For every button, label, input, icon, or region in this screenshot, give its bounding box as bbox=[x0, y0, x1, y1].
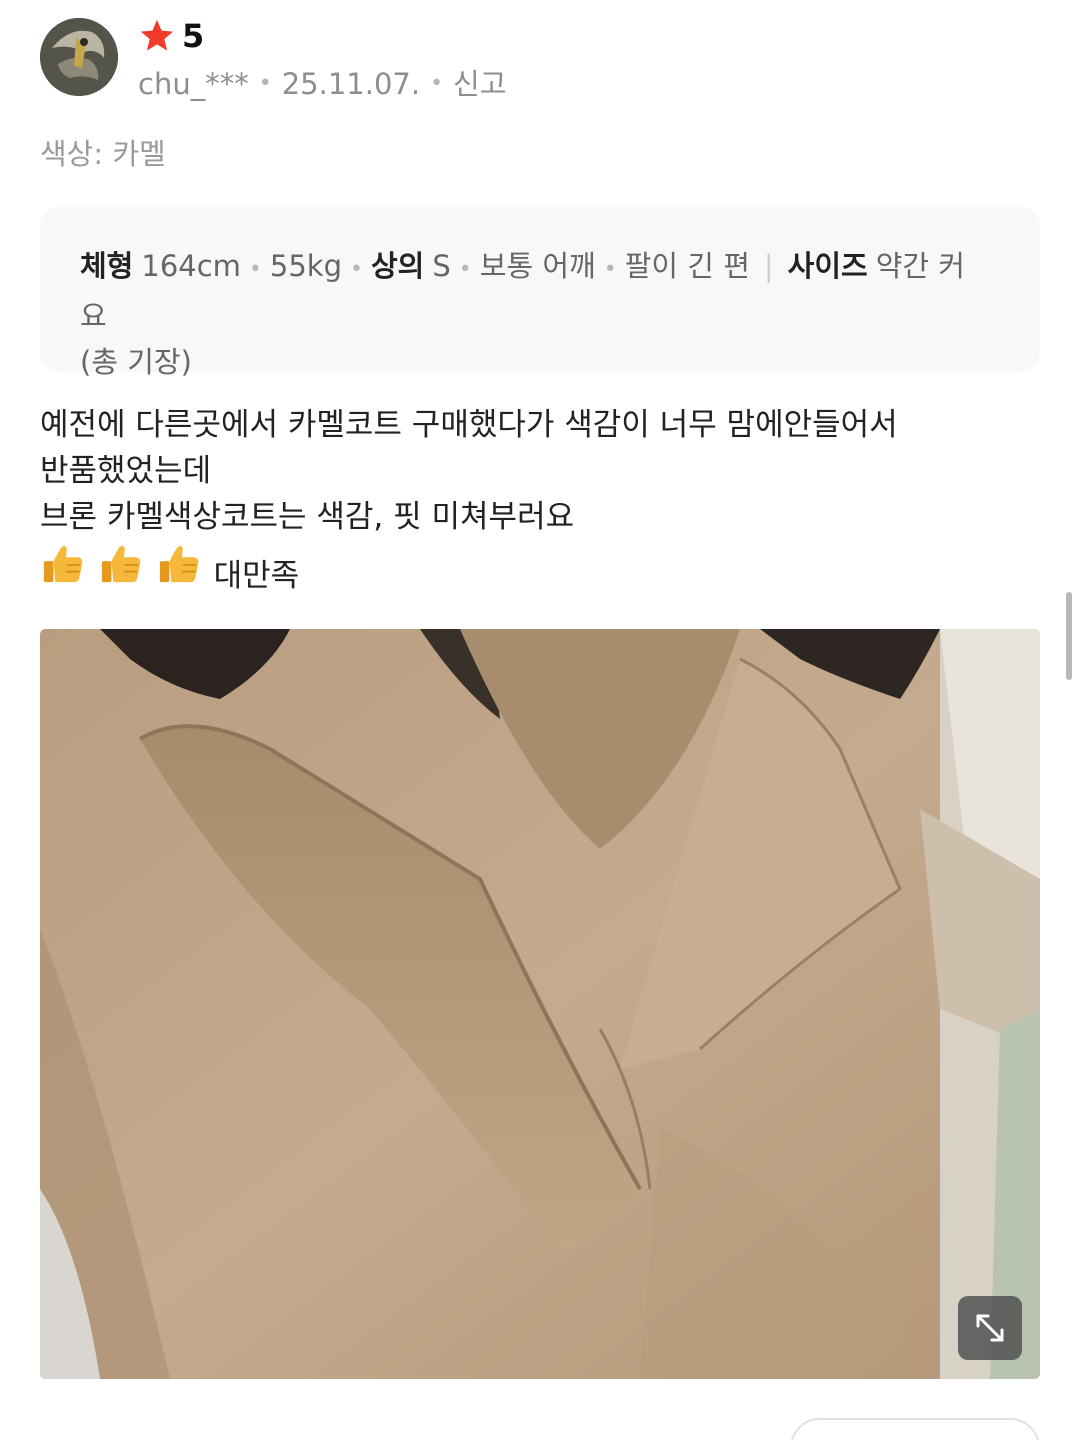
info-separator: • bbox=[603, 257, 617, 282]
review-date: 25.11.07. bbox=[281, 67, 421, 101]
coat-photo-image bbox=[40, 629, 1040, 1379]
size-detail-value: (총 기장) bbox=[80, 345, 192, 379]
review-meta: chu_*** • 25.11.07. • 신고 bbox=[138, 64, 506, 104]
info-separator: • bbox=[458, 257, 472, 282]
review-line: 반품했었는데 bbox=[40, 453, 212, 489]
height-value: 164cm bbox=[141, 249, 241, 283]
body-info-text: 체형 164cm • 55kg • 상의 S • 보통 어깨 • 팔이 긴 편 | 사이즈 약간 커요 (총… bbox=[80, 243, 980, 385]
review-line: 브론 카멜색상코트는 색감, 핏 미쳐부러요 bbox=[40, 499, 575, 535]
review-line: 예전에 다른곳에서 카멜코트 구매했다가 색감이 너무 맘에안들어서 bbox=[40, 407, 898, 443]
info-separator: • bbox=[350, 257, 363, 282]
body-info-box: 체형 164cm • 55kg • 상의 S • 보통 어깨 • 팔이 긴 편 | 사이즈 약간 커요 (총… bbox=[40, 207, 1040, 379]
thumbs-up-icon bbox=[101, 545, 141, 583]
expand-icon bbox=[976, 1314, 1004, 1342]
thumbs-up-icon bbox=[159, 545, 199, 583]
size-label: 사이즈 bbox=[787, 249, 868, 283]
rating-value: 5 bbox=[182, 17, 205, 55]
meta-separator: • bbox=[258, 71, 272, 96]
avatar[interactable] bbox=[40, 18, 118, 96]
top-size-value: S bbox=[432, 249, 451, 283]
purchase-option: 색상: 카멜 bbox=[40, 137, 166, 171]
info-separator: • bbox=[248, 257, 262, 282]
shoulder-value: 보통 어깨 bbox=[479, 249, 596, 283]
review-text: 예전에 다른곳에서 카멜코트 구매했다가 색감이 너무 맘에안들어서 반품했었는… bbox=[40, 402, 1040, 599]
scrollbar[interactable] bbox=[1066, 592, 1072, 680]
info-divider: | bbox=[763, 249, 774, 283]
expand-button[interactable] bbox=[958, 1296, 1022, 1360]
username: chu_*** bbox=[138, 67, 249, 101]
weight-value: 55kg bbox=[269, 249, 343, 283]
review-closing-text: 대만족 bbox=[213, 558, 300, 594]
review-photo[interactable] bbox=[40, 629, 1040, 1379]
review-header: 5 chu_*** • 25.11.07. • 신고 bbox=[40, 18, 1040, 101]
bottom-action-button[interactable] bbox=[790, 1418, 1040, 1440]
meta-separator: • bbox=[430, 71, 444, 96]
body-label: 체형 bbox=[80, 249, 134, 283]
review-page: 5 chu_*** • 25.11.07. • 신고 색상: 카멜 체형 164c… bbox=[0, 0, 1080, 1440]
top-label: 상의 bbox=[371, 249, 425, 283]
avatar-image bbox=[40, 18, 118, 96]
review-line: 대만족 bbox=[40, 540, 1040, 599]
report-link[interactable]: 신고 bbox=[453, 64, 506, 104]
star-icon bbox=[140, 19, 174, 51]
thumbs-up-icon bbox=[43, 545, 83, 583]
rating: 5 bbox=[138, 18, 204, 54]
arm-value: 팔이 긴 편 bbox=[624, 249, 750, 283]
